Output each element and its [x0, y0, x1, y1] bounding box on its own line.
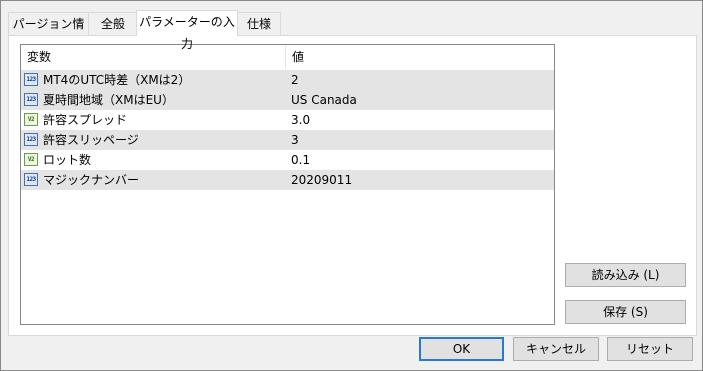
integer-icon: 123: [24, 93, 38, 106]
integer-icon: 123: [24, 73, 38, 86]
load-button[interactable]: 読み込み (L): [565, 263, 686, 287]
column-header-value[interactable]: 値: [286, 45, 554, 69]
cancel-button[interactable]: キャンセル: [513, 337, 599, 361]
parameter-value[interactable]: US Canada: [291, 90, 357, 110]
parameter-name: 許容スプレッド: [43, 113, 128, 127]
parameter-name: ロット数: [43, 153, 92, 167]
reset-button[interactable]: リセット: [607, 337, 693, 361]
parameter-value[interactable]: 0.1: [291, 150, 310, 170]
parameter-value[interactable]: 3.0: [291, 110, 310, 130]
parameter-name: 夏時間地域（XMはEU）: [43, 93, 174, 107]
integer-icon: 123: [24, 133, 38, 146]
tab-panel: 変数 値 123 MT4のUTC時差（XMは2） 2 123 夏時間地域（XMは…: [8, 35, 697, 336]
list-item[interactable]: 123 許容スリッページ 3: [21, 130, 554, 150]
tab-general[interactable]: 全般: [88, 12, 138, 35]
parameter-list[interactable]: 変数 値 123 MT4のUTC時差（XMは2） 2 123 夏時間地域（XMは…: [20, 44, 555, 325]
list-item[interactable]: V2 ロット数 0.1: [21, 150, 554, 170]
ok-button[interactable]: OK: [419, 337, 504, 361]
list-item[interactable]: 123 マジックナンバー 20209011: [21, 170, 554, 190]
parameter-name: マジックナンバー: [43, 173, 140, 187]
list-item[interactable]: 123 MT4のUTC時差（XMは2） 2: [21, 70, 554, 90]
integer-icon: 123: [24, 173, 38, 186]
list-item[interactable]: V2 許容スプレッド 3.0: [21, 110, 554, 130]
double-icon: V2: [24, 113, 38, 126]
parameter-value[interactable]: 20209011: [291, 170, 352, 190]
list-item[interactable]: 123 夏時間地域（XMはEU） US Canada: [21, 90, 554, 110]
list-rows: 123 MT4のUTC時差（XMは2） 2 123 夏時間地域（XMはEU） U…: [21, 70, 554, 190]
parameter-value[interactable]: 2: [291, 70, 299, 90]
parameter-value[interactable]: 3: [291, 130, 299, 150]
tab-specification[interactable]: 仕様: [237, 12, 281, 35]
double-icon: V2: [24, 153, 38, 166]
column-header-variable[interactable]: 変数: [21, 45, 285, 69]
tab-version-info[interactable]: パージョン情報: [8, 12, 89, 53]
save-button[interactable]: 保存 (S): [565, 300, 686, 324]
list-header: 変数 値: [21, 45, 554, 70]
parameter-name: MT4のUTC時差（XMは2）: [43, 73, 191, 87]
tab-input-parameters[interactable]: パラメーターの入力: [136, 10, 238, 51]
parameter-name: 許容スリッページ: [43, 133, 139, 147]
